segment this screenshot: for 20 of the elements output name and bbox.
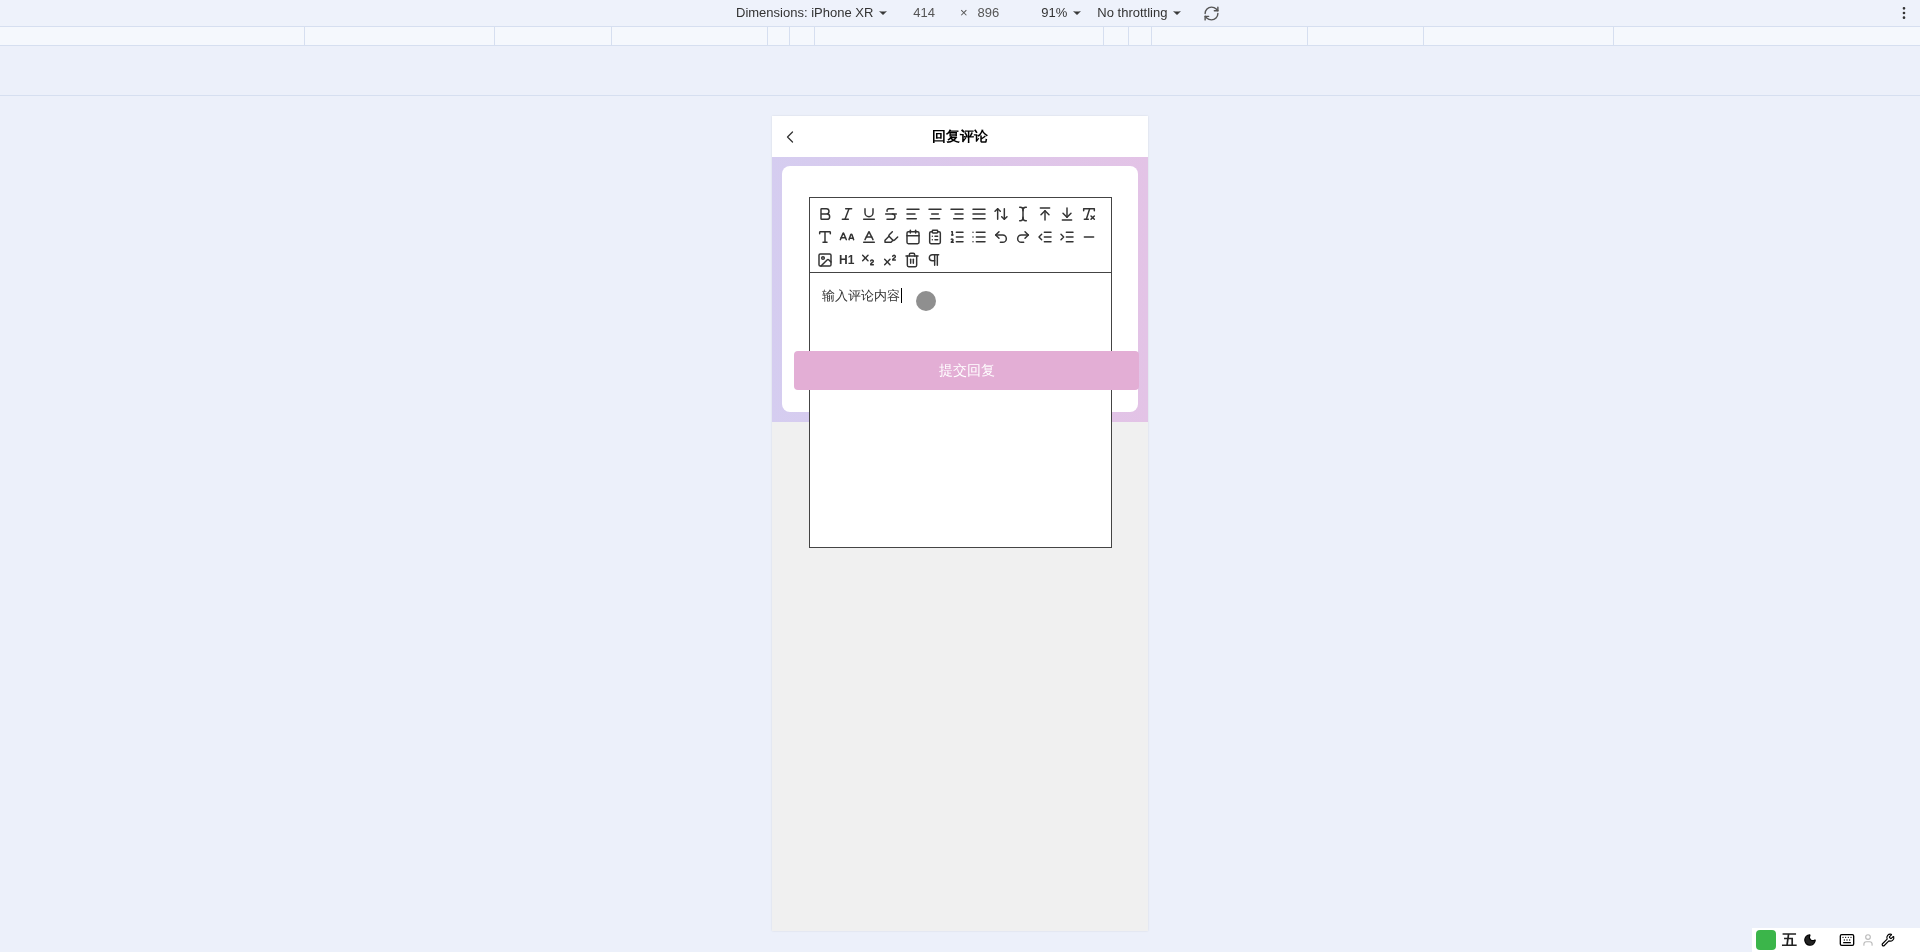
height-field[interactable]: 896 [977, 3, 1000, 23]
page-title: 回复评论 [932, 127, 988, 146]
input-mode[interactable]: 五 [1782, 928, 1797, 952]
keyboard-icon[interactable] [1839, 932, 1855, 948]
calendar-icon[interactable] [904, 227, 922, 247]
device-dropdown[interactable]: Dimensions: iPhone XR [736, 3, 890, 23]
width-field[interactable]: 414 [913, 3, 935, 23]
touch-cursor [916, 291, 936, 311]
ime-logo-icon [1756, 930, 1776, 950]
moon-icon[interactable] [1803, 933, 1817, 947]
image-icon[interactable] [816, 250, 834, 270]
wrench-icon[interactable] [1881, 933, 1895, 947]
zoom-dropdown[interactable]: 91% [1041, 3, 1084, 23]
trash-icon[interactable] [903, 250, 922, 270]
editor-content[interactable]: 输入评论内容 [822, 288, 902, 303]
throttling-dropdown[interactable]: No throttling [1097, 3, 1184, 23]
times-sign: × [960, 4, 968, 23]
heading-button[interactable]: H1 [838, 250, 856, 270]
clipboard-icon[interactable] [926, 227, 944, 247]
rotate-icon[interactable] [1203, 4, 1221, 22]
